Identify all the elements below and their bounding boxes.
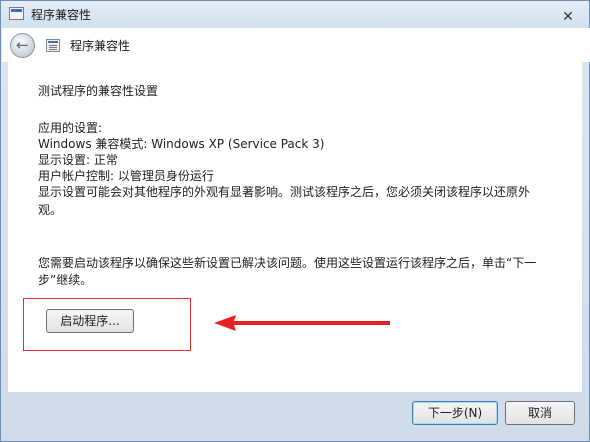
close-button[interactable]: ✕ bbox=[559, 9, 577, 25]
cancel-button[interactable]: 取消 bbox=[505, 401, 575, 425]
display-note-line2: 观。 bbox=[38, 203, 63, 217]
uac-setting: 用户帐户控制: 以管理员身份运行 bbox=[38, 169, 214, 183]
page-heading: 测试程序的兼容性设置 bbox=[38, 84, 159, 98]
wizard-title: 程序兼容性 bbox=[70, 39, 131, 53]
wizard-icon bbox=[46, 39, 60, 52]
program-compatibility-icon bbox=[9, 7, 24, 20]
instruction-line1: 您需要启动该程序以确保这些新设置已解决该问题。使用这些设置运行该程序之后，单击“… bbox=[38, 256, 537, 270]
instruction-line2: 步”继续。 bbox=[38, 273, 93, 287]
compat-mode-setting: Windows 兼容模式: Windows XP (Service Pack 3… bbox=[38, 137, 325, 151]
display-note-line1: 显示设置可能会对其他程序的外观有显著影响。测试该程序之后，您必须关闭该程序以还原… bbox=[38, 185, 531, 199]
navigation-bar: ← 程序兼容性 bbox=[2, 28, 590, 62]
start-program-button[interactable]: 启动程序... bbox=[46, 309, 134, 333]
window-title: 程序兼容性 bbox=[31, 8, 92, 22]
display-setting: 显示设置: 正常 bbox=[38, 153, 118, 167]
next-button[interactable]: 下一步(N) bbox=[412, 401, 498, 425]
annotation-arrow-icon bbox=[214, 315, 390, 331]
back-button[interactable]: ← bbox=[10, 33, 35, 58]
back-arrow-icon: ← bbox=[16, 36, 29, 54]
applied-settings-label: 应用的设置: bbox=[38, 121, 103, 135]
title-bar: 程序兼容性 ✕ bbox=[1, 1, 589, 27]
